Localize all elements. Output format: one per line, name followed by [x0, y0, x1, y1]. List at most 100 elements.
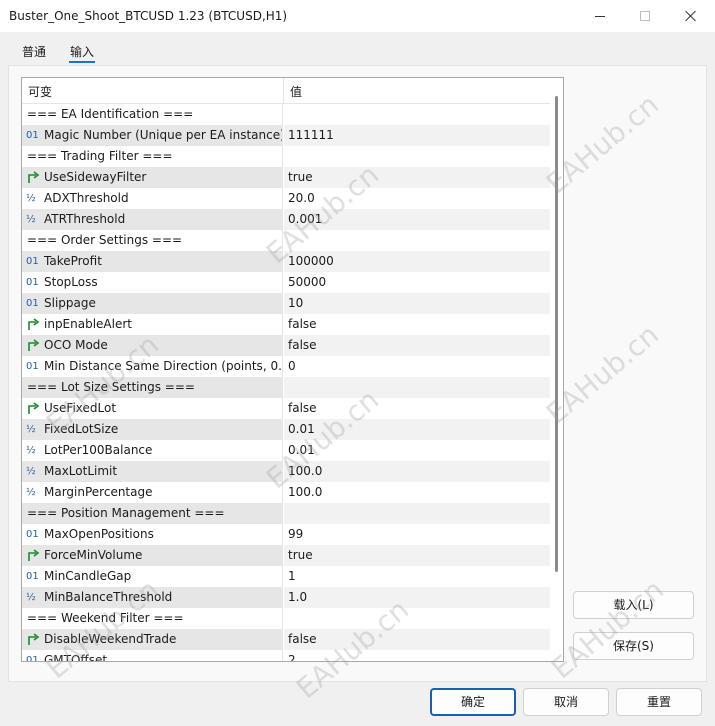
integer-type-icon: 01	[26, 298, 39, 309]
param-value-cell[interactable]	[284, 104, 550, 125]
param-value-cell[interactable]: 111111	[284, 125, 550, 146]
param-value-cell[interactable]: 0.01	[284, 440, 550, 461]
minimize-icon	[595, 15, 605, 17]
table-row[interactable]: 01 StopLoss 50000	[22, 272, 550, 293]
table-row[interactable]: 01 TakeProfit 100000	[22, 251, 550, 272]
param-value-cell[interactable]: 100000	[284, 251, 550, 272]
scrollbar-thumb[interactable]	[555, 96, 558, 572]
table-row[interactable]: === Trading Filter ===	[22, 146, 550, 167]
table-row[interactable]: inpEnableAlert false	[22, 314, 550, 335]
param-value-cell[interactable]: false	[284, 398, 550, 419]
param-value-cell[interactable]: false	[284, 335, 550, 356]
table-row[interactable]: === EA Identification ===	[22, 104, 550, 125]
table-row[interactable]: UseFixedLot false	[22, 398, 550, 419]
integer-type-icon: 01	[26, 130, 39, 141]
param-value-cell[interactable]: false	[284, 629, 550, 650]
param-name-cell: ½ ADXThreshold	[22, 188, 283, 209]
param-label: StopLoss	[44, 275, 98, 289]
param-name-cell: === Trading Filter ===	[22, 146, 283, 167]
save-button[interactable]: 保存(S)	[573, 632, 694, 660]
column-divider[interactable]	[283, 78, 284, 104]
table-row[interactable]: ½ ATRThreshold 0.001	[22, 209, 550, 230]
table-row[interactable]: ½ LotPer100Balance 0.01	[22, 440, 550, 461]
param-name-cell: ½ ATRThreshold	[22, 209, 283, 230]
table-row[interactable]: 01 GMTOffset 2	[22, 650, 550, 661]
table-row[interactable]: ½ MaxLotLimit 100.0	[22, 461, 550, 482]
param-value-cell[interactable]: 2	[284, 650, 550, 661]
param-value-cell[interactable]: 100.0	[284, 461, 550, 482]
param-label: === Position Management ===	[27, 506, 225, 520]
param-value-cell[interactable]: 1.0	[284, 587, 550, 608]
param-value-cell[interactable]: 10	[284, 293, 550, 314]
param-label: DisableWeekendTrade	[44, 632, 177, 646]
table-row[interactable]: 01 MinCandleGap 1	[22, 566, 550, 587]
table-row[interactable]: ForceMinVolume true	[22, 545, 550, 566]
double-type-icon: ½	[26, 193, 36, 204]
load-button[interactable]: 载入(L)	[573, 591, 694, 619]
param-value-cell[interactable]	[284, 230, 550, 251]
cancel-button[interactable]: 取消	[523, 688, 609, 716]
table-row[interactable]: ½ MinBalanceThreshold 1.0	[22, 587, 550, 608]
bool-arrow-icon	[26, 167, 42, 188]
param-value-cell[interactable]: true	[284, 545, 550, 566]
param-value-cell[interactable]	[284, 377, 550, 398]
table-row[interactable]: UseSidewayFilter true	[22, 167, 550, 188]
table-row[interactable]: DisableWeekendTrade false	[22, 629, 550, 650]
param-value-cell[interactable]: 1	[284, 566, 550, 587]
param-label: MarginPercentage	[44, 485, 153, 499]
param-name-cell: 01 TakeProfit	[22, 251, 283, 272]
bool-arrow-icon	[26, 545, 42, 566]
param-label: Slippage	[44, 296, 96, 310]
param-name-cell: ½ FixedLotSize	[22, 419, 283, 440]
param-value-cell[interactable]: 0	[284, 356, 550, 377]
param-value-cell[interactable]	[284, 146, 550, 167]
table-row[interactable]: ½ ADXThreshold 20.0	[22, 188, 550, 209]
param-label: === Lot Size Settings ===	[27, 380, 195, 394]
param-label: MaxLotLimit	[44, 464, 118, 478]
column-header-variable[interactable]: 可变	[28, 83, 52, 100]
bool-arrow-icon	[26, 629, 42, 650]
param-value-cell[interactable]: false	[284, 314, 550, 335]
close-button[interactable]	[668, 0, 714, 32]
table-row[interactable]: 01 Min Distance Same Direction (points, 0…	[22, 356, 550, 377]
table-row[interactable]: ½ MarginPercentage 100.0	[22, 482, 550, 503]
tab-inputs[interactable]: 输入	[70, 43, 94, 60]
column-header-value[interactable]: 值	[290, 83, 302, 100]
param-value-cell[interactable]: 20.0	[284, 188, 550, 209]
param-value-cell[interactable]: 50000	[284, 272, 550, 293]
table-row[interactable]: === Order Settings ===	[22, 230, 550, 251]
reset-button[interactable]: 重置	[616, 688, 702, 716]
vertical-scrollbar[interactable]	[550, 78, 563, 661]
param-value-cell[interactable]: 0.001	[284, 209, 550, 230]
minimize-button[interactable]	[577, 0, 623, 32]
param-name-cell: 01 MaxOpenPositions	[22, 524, 283, 545]
table-row[interactable]: OCO Mode false	[22, 335, 550, 356]
table-row[interactable]: ½ FixedLotSize 0.01	[22, 419, 550, 440]
param-name-cell: 01 StopLoss	[22, 272, 283, 293]
param-label: TakeProfit	[44, 254, 102, 268]
ok-button[interactable]: 确定	[430, 688, 516, 716]
param-value-cell[interactable]	[284, 608, 550, 629]
param-value-cell[interactable]: 0.01	[284, 419, 550, 440]
param-label: UseSidewayFilter	[44, 170, 147, 184]
param-value-cell[interactable]	[284, 503, 550, 524]
table-row[interactable]: 01 Magic Number (Unique per EA instance) 1…	[22, 125, 550, 146]
tab-common[interactable]: 普通	[22, 43, 46, 60]
param-value-cell[interactable]: 100.0	[284, 482, 550, 503]
table-row[interactable]: 01 MaxOpenPositions 99	[22, 524, 550, 545]
maximize-icon	[640, 11, 650, 21]
double-type-icon: ½	[26, 214, 36, 225]
table-row[interactable]: === Weekend Filter ===	[22, 608, 550, 629]
param-value-cell[interactable]: true	[284, 167, 550, 188]
table-row[interactable]: 01 Slippage 10	[22, 293, 550, 314]
param-label: Magic Number (Unique per EA instance)	[44, 128, 283, 142]
table-row[interactable]: === Lot Size Settings ===	[22, 377, 550, 398]
param-label: MinBalanceThreshold	[44, 590, 173, 604]
integer-type-icon: 01	[26, 529, 39, 540]
double-type-icon: ½	[26, 466, 36, 477]
param-name-cell: === Order Settings ===	[22, 230, 283, 251]
param-value-cell[interactable]: 99	[284, 524, 550, 545]
param-label: ADXThreshold	[44, 191, 129, 205]
param-name-cell: OCO Mode	[22, 335, 283, 356]
table-row[interactable]: === Position Management ===	[22, 503, 550, 524]
